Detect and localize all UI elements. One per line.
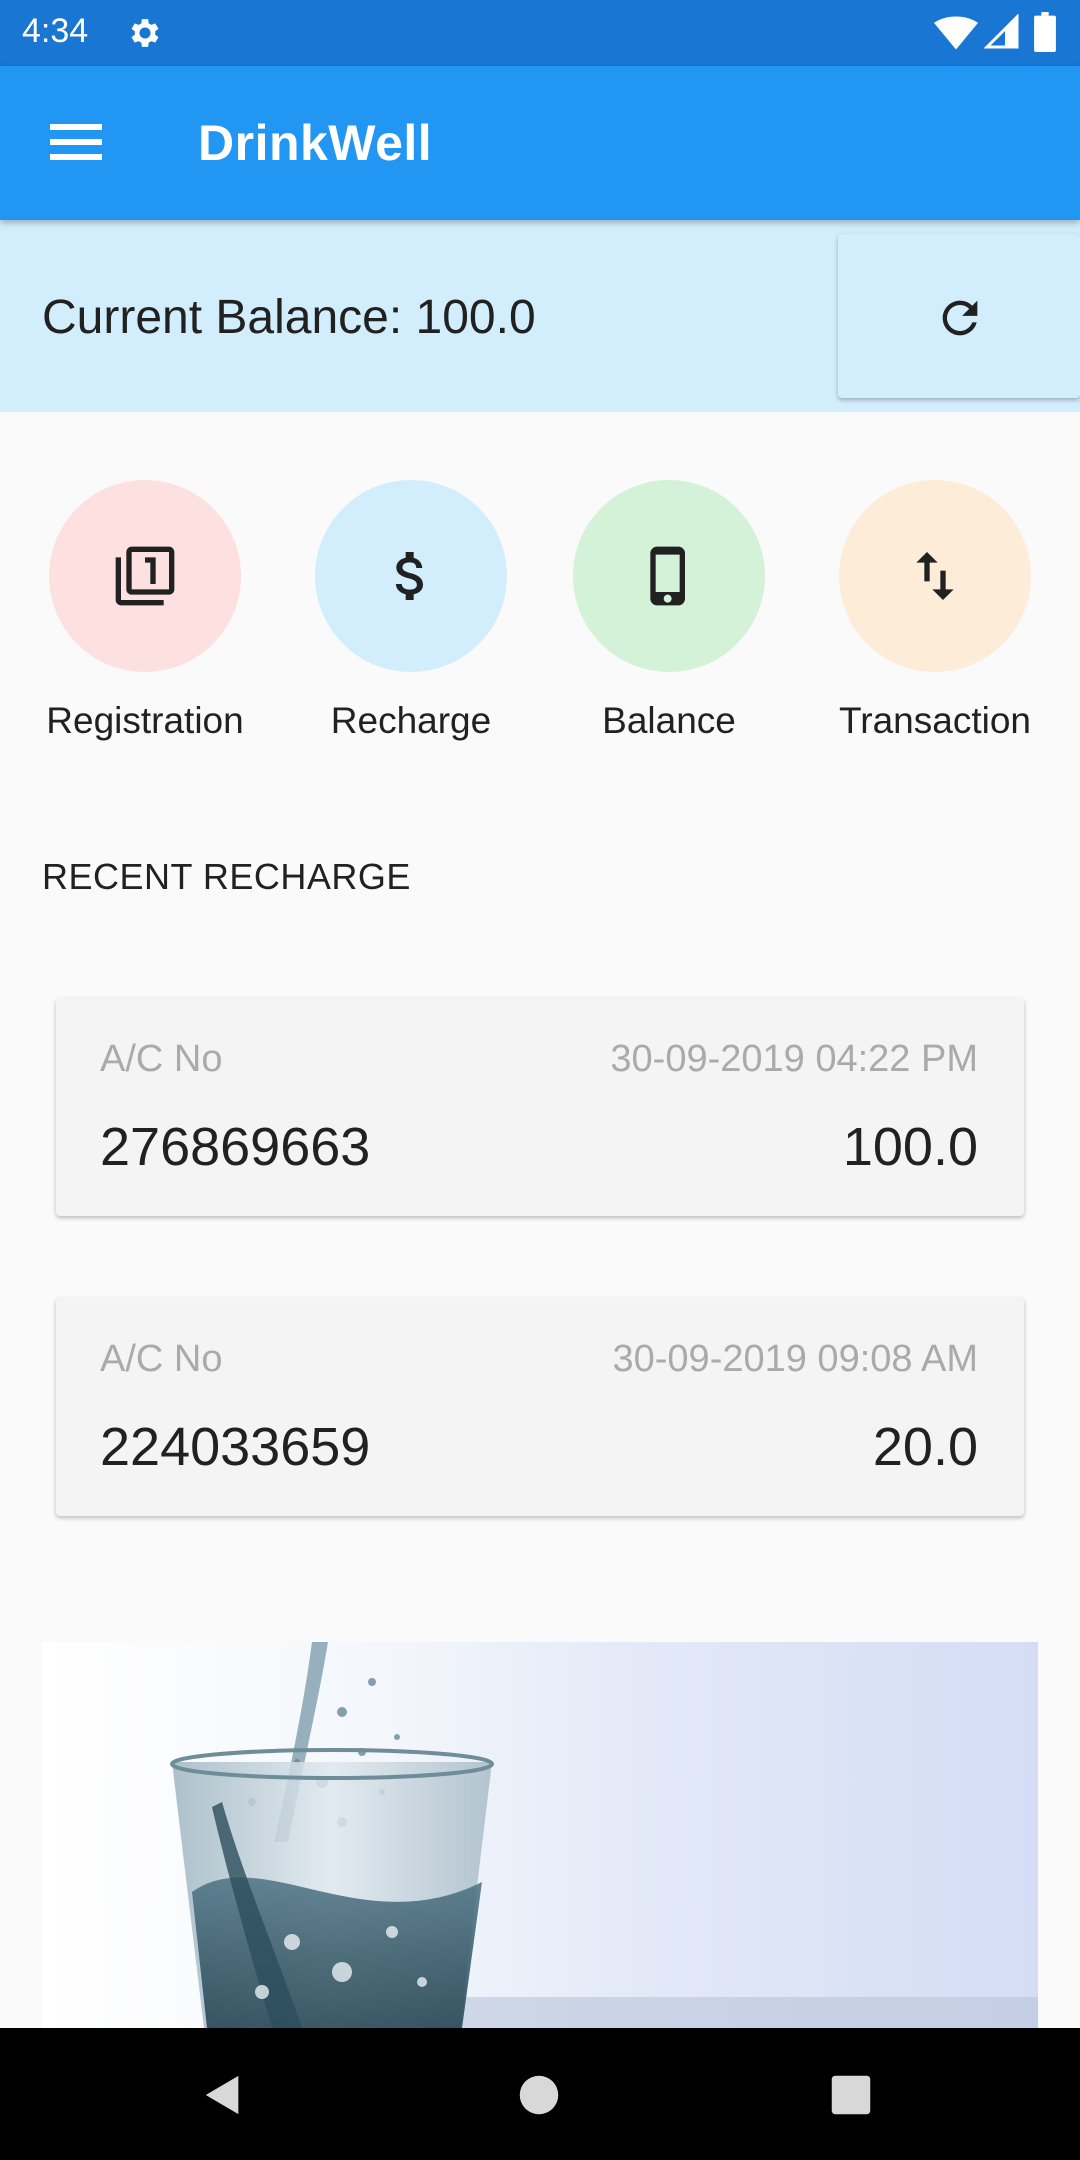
settings-gear-icon [131, 19, 159, 47]
water-glass-splash-image [170, 1642, 1038, 2028]
registration-button[interactable]: Registration [20, 480, 270, 750]
navigation-bar [0, 2028, 1080, 2160]
recharge-date: 30-09-2019 04:22 PM [610, 1038, 978, 1080]
battery-icon [1034, 12, 1056, 52]
recharge-amount: 20.0 [872, 1417, 978, 1477]
wifi-icon [934, 16, 978, 50]
cell-signal-icon [984, 14, 1019, 49]
refresh-icon [942, 300, 978, 336]
recharge-circle [315, 480, 507, 672]
app-title: DrinkWell [198, 115, 433, 171]
filter-1-icon [115, 546, 175, 606]
balance-label: Balance [602, 700, 736, 741]
recents-icon[interactable] [830, 2074, 872, 2116]
balance-button[interactable]: Balance [544, 480, 794, 750]
registration-label: Registration [46, 700, 244, 741]
balance-circle [573, 480, 765, 672]
ac-no-label: A/C No [100, 1338, 223, 1380]
hamburger-menu-icon[interactable] [50, 122, 102, 162]
app-bar: DrinkWell [0, 66, 1080, 220]
recharge-card[interactable]: A/C No 30-09-2019 04:22 PM 276869663 100… [56, 998, 1024, 1216]
transaction-button[interactable]: Transaction [810, 480, 1060, 750]
recharge-card[interactable]: A/C No 30-09-2019 09:08 AM 224033659 20.… [56, 1298, 1024, 1516]
account-number: 276869663 [100, 1117, 371, 1177]
ac-no-label: A/C No [100, 1038, 223, 1080]
account-number: 224033659 [100, 1417, 371, 1477]
registration-circle [49, 480, 241, 672]
phone-icon [650, 546, 685, 606]
status-bar: 4:34 [0, 0, 1080, 66]
transaction-label: Transaction [839, 700, 1031, 741]
recharge-button[interactable]: Recharge [286, 480, 536, 750]
refresh-button[interactable] [838, 234, 1080, 398]
current-balance: Current Balance: 100.0 [42, 291, 536, 344]
balance-section: Current Balance: 100.0 [0, 220, 1080, 412]
back-icon[interactable] [200, 2072, 246, 2118]
recent-recharge-heading: RECENT RECHARGE [42, 856, 411, 897]
dollar-icon [395, 552, 423, 600]
recharge-amount: 100.0 [842, 1117, 978, 1177]
home-icon[interactable] [518, 2074, 560, 2116]
transaction-circle [839, 480, 1031, 672]
recharge-date: 30-09-2019 09:08 AM [612, 1338, 979, 1380]
water-glass-banner [42, 1642, 1038, 2028]
swap-vert-icon [916, 552, 954, 600]
status-time: 4:34 [22, 12, 89, 50]
recharge-label: Recharge [330, 700, 492, 741]
